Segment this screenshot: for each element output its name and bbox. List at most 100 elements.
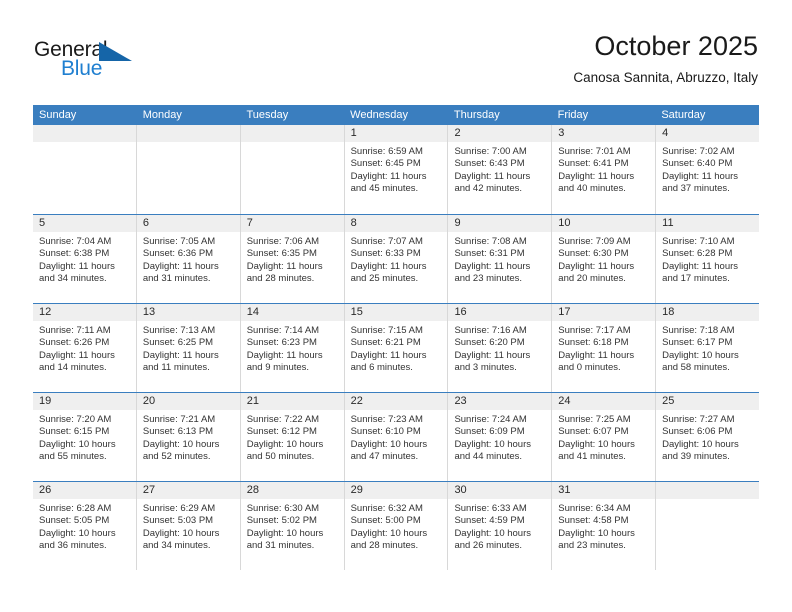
weekday-header-row: Sunday Monday Tuesday Wednesday Thursday… bbox=[33, 105, 759, 125]
calendar-day-cell[interactable]: 4 Sunrise: 7:02 AM Sunset: 6:40 PM Daylight… bbox=[656, 125, 760, 214]
daylight-text: Daylight: 11 hours and 9 minutes. bbox=[246, 349, 323, 374]
calendar-day-cell[interactable]: 18 Sunrise: 7:18 AM Sunset: 6:17 PM Dayligh… bbox=[656, 304, 760, 392]
calendar-day-cell[interactable]: 30 Sunrise: 6:33 AM Sunset: 4:59 PM Dayligh… bbox=[448, 482, 553, 570]
sunrise-text: Sunrise: 7:22 AM bbox=[246, 414, 320, 425]
title-block: October 2025 Canosa Sannita, Abruzzo, It… bbox=[573, 30, 758, 86]
calendar-day-cell[interactable]: 2 Sunrise: 7:00 AM Sunset: 6:43 PM Daylight… bbox=[448, 125, 553, 214]
calendar-day-cell-empty bbox=[240, 125, 345, 214]
daylight-text: Daylight: 11 hours and 25 minutes. bbox=[350, 260, 427, 285]
day-number: 31 bbox=[552, 482, 656, 499]
sunrise-text: Sunrise: 7:01 AM bbox=[558, 146, 631, 157]
day-number: 8 bbox=[344, 215, 448, 232]
daylight-text: Daylight: 11 hours and 6 minutes. bbox=[350, 349, 427, 374]
day-details: Sunrise: 7:09 AM Sunset: 6:30 PM Daylight:… bbox=[552, 232, 655, 286]
calendar-day-cell[interactable]: 23 Sunrise: 7:24 AM Sunset: 6:09 PM Dayligh… bbox=[448, 393, 553, 481]
daylight-text: Daylight: 11 hours and 34 minutes. bbox=[39, 260, 115, 285]
calendar-day-cell[interactable]: 12 Sunrise: 7:11 AM Sunset: 6:26 PM Dayligh… bbox=[33, 304, 137, 392]
daylight-text: Daylight: 10 hours and 47 minutes. bbox=[350, 438, 428, 463]
sunrise-text: Sunrise: 7:21 AM bbox=[142, 414, 216, 425]
day-number: 12 bbox=[33, 304, 136, 321]
calendar-day-cell[interactable]: 15 Sunrise: 7:15 AM Sunset: 6:21 PM Dayligh… bbox=[344, 304, 449, 392]
logo-triangle-icon bbox=[99, 42, 132, 61]
weekday-thursday: Thursday bbox=[453, 109, 500, 121]
page-subtitle: Canosa Sannita, Abruzzo, Italy bbox=[573, 70, 758, 85]
sunset-text: Sunset: 5:05 PM bbox=[39, 515, 110, 527]
sunrise-text: Sunrise: 7:17 AM bbox=[558, 325, 631, 336]
calendar-day-cell[interactable]: 28 Sunrise: 6:30 AM Sunset: 5:02 PM Dayligh… bbox=[240, 482, 345, 570]
calendar-day-cell[interactable]: 14 Sunrise: 7:14 AM Sunset: 6:23 PM Dayligh… bbox=[240, 304, 345, 392]
day-details: Sunrise: 6:59 AM Sunset: 6:45 PM Daylight:… bbox=[345, 142, 448, 196]
daylight-text: Daylight: 10 hours and 23 minutes. bbox=[558, 527, 635, 552]
calendar-day-cell[interactable]: 16 Sunrise: 7:16 AM Sunset: 6:20 PM Dayligh… bbox=[448, 304, 553, 392]
sunset-text: Sunset: 6:25 PM bbox=[142, 337, 214, 349]
calendar-week-row: 26 Sunrise: 6:28 AM Sunset: 5:05 PM Dayligh… bbox=[33, 481, 760, 570]
day-details: Sunrise: 7:18 AM Sunset: 6:17 PM Daylight:… bbox=[656, 321, 759, 375]
daylight-text: Daylight: 10 hours and 28 minutes. bbox=[350, 527, 428, 552]
sunset-text: Sunset: 6:15 PM bbox=[39, 426, 110, 438]
day-details: Sunrise: 7:24 AM Sunset: 6:09 PM Daylight:… bbox=[448, 410, 551, 464]
daylight-text: Daylight: 11 hours and 0 minutes. bbox=[558, 349, 635, 374]
day-details: Sunrise: 7:16 AM Sunset: 6:20 PM Daylight:… bbox=[448, 321, 551, 375]
sunrise-text: Sunrise: 7:18 AM bbox=[662, 325, 735, 336]
day-number: 17 bbox=[552, 304, 656, 321]
sunset-text: Sunset: 6:31 PM bbox=[454, 248, 525, 260]
calendar-day-cell[interactable]: 27 Sunrise: 6:29 AM Sunset: 5:03 PM Dayligh… bbox=[136, 482, 241, 570]
day-details: Sunrise: 7:05 AM Sunset: 6:36 PM Daylight:… bbox=[137, 232, 240, 286]
calendar-day-cell[interactable]: 29 Sunrise: 6:32 AM Sunset: 5:00 PM Dayligh… bbox=[344, 482, 449, 570]
daylight-text: Daylight: 11 hours and 40 minutes. bbox=[558, 170, 635, 195]
calendar-day-cell[interactable]: 10 Sunrise: 7:09 AM Sunset: 6:30 PM Dayligh… bbox=[552, 215, 657, 303]
sunrise-text: Sunrise: 6:29 AM bbox=[142, 503, 216, 514]
day-number: 9 bbox=[448, 215, 552, 232]
day-details: Sunrise: 6:34 AM Sunset: 4:58 PM Daylight:… bbox=[552, 499, 655, 553]
calendar-day-cell[interactable]: 21 Sunrise: 7:22 AM Sunset: 6:12 PM Dayligh… bbox=[240, 393, 345, 481]
weekday-tuesday: Tuesday bbox=[246, 109, 289, 121]
day-number: 27 bbox=[136, 482, 240, 499]
day-details: Sunrise: 6:29 AM Sunset: 5:03 PM Daylight:… bbox=[137, 499, 240, 553]
sunrise-text: Sunrise: 6:59 AM bbox=[350, 146, 423, 157]
calendar-day-cell[interactable]: 13 Sunrise: 7:13 AM Sunset: 6:25 PM Dayligh… bbox=[136, 304, 241, 392]
day-number: 18 bbox=[656, 304, 760, 321]
calendar-day-cell[interactable]: 9 Sunrise: 7:08 AM Sunset: 6:31 PM Daylight… bbox=[448, 215, 553, 303]
daylight-text: Daylight: 10 hours and 52 minutes. bbox=[142, 438, 220, 463]
day-number bbox=[33, 125, 136, 142]
calendar-day-cell[interactable]: 20 Sunrise: 7:21 AM Sunset: 6:13 PM Dayligh… bbox=[136, 393, 241, 481]
sunset-text: Sunset: 6:30 PM bbox=[558, 248, 629, 260]
day-number: 29 bbox=[344, 482, 448, 499]
calendar-day-cell[interactable]: 31 Sunrise: 6:34 AM Sunset: 4:58 PM Dayligh… bbox=[552, 482, 657, 570]
sunset-text: Sunset: 6:45 PM bbox=[350, 158, 421, 170]
daylight-text: Daylight: 11 hours and 45 minutes. bbox=[350, 170, 427, 195]
sunset-text: Sunset: 4:58 PM bbox=[558, 515, 629, 527]
day-details: Sunrise: 7:06 AM Sunset: 6:35 PM Daylight:… bbox=[241, 232, 344, 286]
calendar-day-cell[interactable]: 19 Sunrise: 7:20 AM Sunset: 6:15 PM Dayligh… bbox=[33, 393, 137, 481]
calendar-day-cell[interactable]: 3 Sunrise: 7:01 AM Sunset: 6:41 PM Daylight… bbox=[552, 125, 657, 214]
day-details: Sunrise: 7:21 AM Sunset: 6:13 PM Daylight:… bbox=[137, 410, 240, 464]
sunset-text: Sunset: 6:17 PM bbox=[662, 337, 733, 349]
calendar-day-cell[interactable]: 1 Sunrise: 6:59 AM Sunset: 6:45 PM Daylight… bbox=[344, 125, 449, 214]
page-header: General Blue October 2025 Canosa Sannita… bbox=[34, 30, 758, 98]
daylight-text: Daylight: 11 hours and 11 minutes. bbox=[142, 349, 219, 374]
day-details: Sunrise: 7:13 AM Sunset: 6:25 PM Daylight:… bbox=[137, 321, 240, 375]
day-number: 30 bbox=[448, 482, 552, 499]
calendar-week-row: 19 Sunrise: 7:20 AM Sunset: 6:15 PM Dayligh… bbox=[33, 392, 760, 481]
sunset-text: Sunset: 6:28 PM bbox=[662, 248, 733, 260]
calendar-day-cell[interactable]: 6 Sunrise: 7:05 AM Sunset: 6:36 PM Daylight… bbox=[136, 215, 241, 303]
calendar-day-cell[interactable]: 11 Sunrise: 7:10 AM Sunset: 6:28 PM Dayligh… bbox=[656, 215, 760, 303]
sunrise-text: Sunrise: 7:15 AM bbox=[350, 325, 423, 336]
day-details: Sunrise: 6:33 AM Sunset: 4:59 PM Daylight:… bbox=[448, 499, 551, 553]
calendar-day-cell[interactable]: 25 Sunrise: 7:27 AM Sunset: 6:06 PM Dayligh… bbox=[656, 393, 760, 481]
day-number bbox=[656, 482, 760, 499]
sunset-text: Sunset: 6:21 PM bbox=[350, 337, 421, 349]
calendar-day-cell[interactable]: 17 Sunrise: 7:17 AM Sunset: 6:18 PM Dayligh… bbox=[552, 304, 657, 392]
calendar-page: General Blue October 2025 Canosa Sannita… bbox=[0, 0, 792, 612]
sunrise-text: Sunrise: 7:00 AM bbox=[454, 146, 527, 157]
day-details: Sunrise: 7:02 AM Sunset: 6:40 PM Daylight:… bbox=[656, 142, 759, 196]
sunrise-text: Sunrise: 6:33 AM bbox=[454, 503, 527, 514]
sunrise-text: Sunrise: 7:04 AM bbox=[39, 236, 112, 247]
calendar-day-cell[interactable]: 5 Sunrise: 7:04 AM Sunset: 6:38 PM Daylight… bbox=[33, 215, 137, 303]
calendar-day-cell[interactable]: 8 Sunrise: 7:07 AM Sunset: 6:33 PM Daylight… bbox=[344, 215, 449, 303]
calendar-day-cell[interactable]: 7 Sunrise: 7:06 AM Sunset: 6:35 PM Daylight… bbox=[240, 215, 345, 303]
calendar-day-cell[interactable]: 24 Sunrise: 7:25 AM Sunset: 6:07 PM Dayligh… bbox=[552, 393, 657, 481]
day-details: Sunrise: 7:01 AM Sunset: 6:41 PM Daylight:… bbox=[552, 142, 655, 196]
calendar-day-cell[interactable]: 26 Sunrise: 6:28 AM Sunset: 5:05 PM Dayligh… bbox=[33, 482, 137, 570]
calendar-day-cell[interactable]: 22 Sunrise: 7:23 AM Sunset: 6:10 PM Dayligh… bbox=[344, 393, 449, 481]
